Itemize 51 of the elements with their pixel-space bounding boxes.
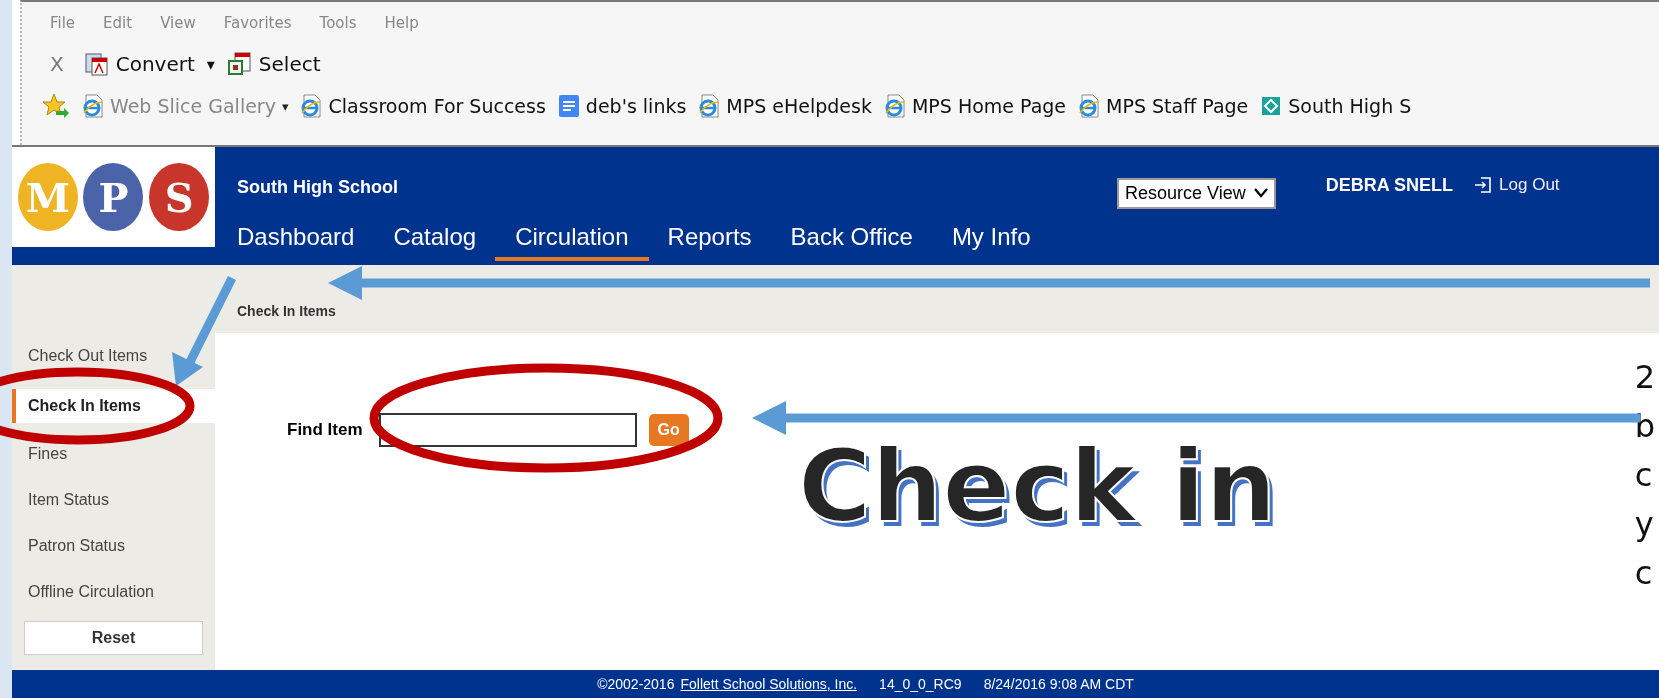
favorite-link[interactable]: MPS eHelpdesk: [698, 94, 872, 118]
favorites-star-icon[interactable]: [42, 92, 70, 120]
find-item-field[interactable]: [378, 413, 637, 447]
callout-text: c: [1634, 455, 1654, 496]
follett-link[interactable]: Follett School Solutions, Inc.: [680, 676, 858, 692]
breadcrumb: Check In Items: [237, 303, 336, 319]
callout-text: 2: [1634, 357, 1655, 398]
chevron-icon: [1253, 188, 1268, 198]
browser-page-icon: [883, 94, 906, 118]
copyright-text: ©2002-2016: [597, 676, 675, 692]
pdf-document-icon: [83, 51, 110, 77]
callout-text: c: [1634, 553, 1654, 594]
sidebar-item[interactable]: Check Out Items: [12, 333, 215, 379]
close-button[interactable]: X: [50, 52, 64, 76]
select-button[interactable]: Select: [258, 52, 321, 76]
logo: M P S: [12, 147, 215, 247]
nav-tab[interactable]: Circulation: [495, 223, 649, 261]
nav-tab[interactable]: My Info: [951, 223, 1031, 261]
browser-page-icon: [698, 94, 721, 118]
select-document-icon: [226, 51, 253, 77]
sidebar-item[interactable]: Item Status: [12, 477, 215, 523]
favorite-link[interactable]: MPS Staff Page: [1078, 94, 1249, 118]
view-dropdown[interactable]: Resource View: [1117, 177, 1276, 209]
log-out-icon: [1473, 175, 1494, 195]
favorite-link[interactable]: deb's links: [557, 94, 687, 118]
user-name: DEBRA SNELL: [1325, 174, 1454, 196]
nav-tab[interactable]: Dashboard: [237, 223, 355, 261]
browser-page-icon: [300, 94, 323, 118]
favorite-link[interactable]: MPS Home Page: [883, 94, 1067, 118]
nav-tab[interactable]: Catalog: [393, 223, 477, 261]
convert-button[interactable]: Convert: [115, 52, 195, 76]
sidebar-item[interactable]: Offline Circulation: [12, 569, 215, 615]
version-text: 14_0_0_RC9: [879, 676, 962, 692]
timestamp-text: 8/24/2016 9:08 AM CDT: [983, 676, 1134, 692]
browser-page-icon: [82, 94, 104, 118]
log-out-link[interactable]: Log Out: [1473, 175, 1560, 195]
favorite-link[interactable]: South High S: [1260, 94, 1412, 118]
sidebar-item[interactable]: Patron Status: [12, 523, 215, 569]
favorite-link[interactable]: Web Slice Gallery ▾: [82, 94, 289, 118]
browser-page-icon: [1078, 94, 1101, 118]
nav-tab[interactable]: Back Office: [790, 223, 913, 261]
sidebar-item[interactable]: Fines: [12, 431, 215, 477]
sidebar-item[interactable]: Check In Items: [12, 389, 215, 423]
caret-icon[interactable]: ▾: [206, 54, 215, 74]
reset-button[interactable]: Reset: [24, 621, 203, 655]
school-name: South High School: [237, 175, 399, 198]
nav-tab[interactable]: Reports: [667, 223, 752, 261]
favorite-link[interactable]: Classroom For Success: [300, 94, 546, 118]
document-icon: [557, 94, 580, 118]
callout-text: y: [1634, 504, 1655, 545]
find-item-label: Find Item: [287, 420, 363, 440]
